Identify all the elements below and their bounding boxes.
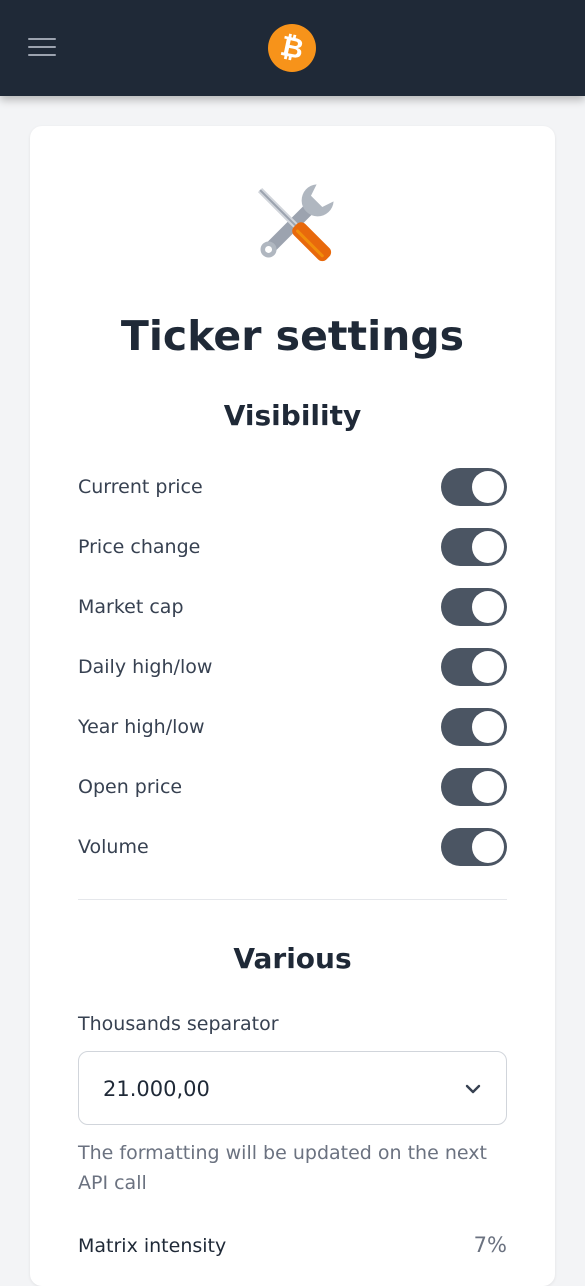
wrench-screwdriver-icon	[257, 184, 334, 262]
toggle-knob	[472, 651, 504, 683]
thousands-separator-label: Thousands separator	[78, 1013, 279, 1035]
chevron-down-icon	[465, 1084, 481, 1094]
visibility-row-label: Price change	[78, 536, 201, 558]
settings-card: Ticker settings Visibility Current price…	[30, 126, 555, 1286]
matrix-intensity-label: Matrix intensity	[78, 1235, 227, 1257]
bitcoin-logo-icon[interactable]: ₿	[268, 24, 316, 72]
toggle-knob	[472, 591, 504, 623]
visibility-row: Market cap	[78, 587, 507, 627]
visibility-toggle[interactable]	[441, 468, 507, 506]
visibility-row-label: Volume	[78, 836, 149, 858]
visibility-toggle[interactable]	[441, 708, 507, 746]
hamburger-menu-icon[interactable]	[28, 36, 56, 58]
section-divider	[78, 899, 507, 900]
visibility-row: Daily high/low	[78, 647, 507, 687]
page-title: Ticker settings	[120, 312, 465, 360]
visibility-toggle[interactable]	[441, 828, 507, 866]
thousands-separator-select[interactable]: 21.000,00	[78, 1051, 507, 1125]
visibility-toggle[interactable]	[441, 528, 507, 566]
various-heading: Various	[233, 942, 352, 975]
visibility-row: Price change	[78, 527, 507, 567]
visibility-row: Volume	[78, 827, 507, 867]
visibility-heading: Visibility	[223, 399, 362, 432]
thousands-separator-value: 21.000,00	[103, 1077, 210, 1101]
visibility-row: Open price	[78, 767, 507, 807]
toggle-knob	[472, 831, 504, 863]
visibility-row-label: Year high/low	[78, 716, 205, 738]
visibility-row-label: Market cap	[78, 596, 184, 618]
visibility-row: Current price	[78, 467, 507, 507]
visibility-row-label: Open price	[78, 776, 183, 798]
thousands-separator-help: The formatting will be updated on the ne…	[78, 1142, 487, 1194]
matrix-intensity-value: 7%	[473, 1233, 507, 1257]
visibility-row: Year high/low	[78, 707, 507, 747]
toggle-knob	[472, 771, 504, 803]
toggle-knob	[472, 531, 504, 563]
toggle-knob	[472, 711, 504, 743]
visibility-toggle[interactable]	[441, 648, 507, 686]
visibility-row-label: Daily high/low	[78, 656, 213, 678]
visibility-row-label: Current price	[78, 476, 203, 498]
visibility-toggle[interactable]	[441, 768, 507, 806]
top-navbar: ₿	[0, 0, 585, 96]
toggle-knob	[472, 471, 504, 503]
visibility-toggle[interactable]	[441, 588, 507, 626]
